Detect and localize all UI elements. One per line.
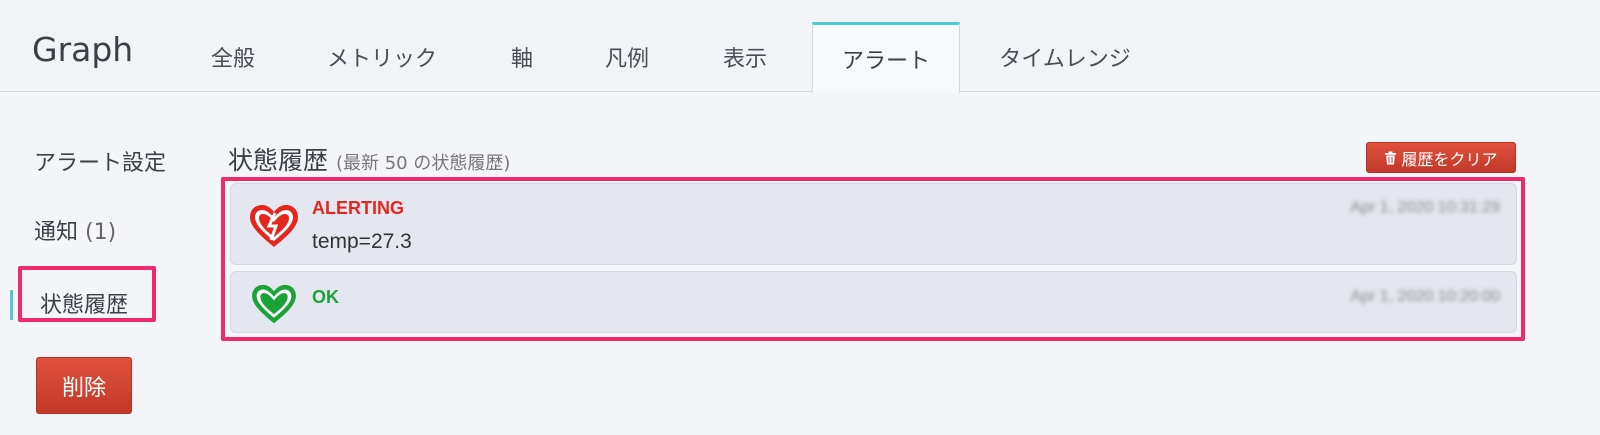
tab-alert[interactable]: アラート bbox=[812, 22, 960, 93]
tab-axes[interactable]: 軸 bbox=[492, 22, 552, 92]
sidebar-item-notifications[interactable]: 通知 (1) bbox=[34, 214, 116, 246]
trash-icon bbox=[1385, 151, 1397, 164]
section-title: 状態履歴 (最新 50 の状態履歴) bbox=[228, 141, 510, 177]
delete-button[interactable]: 削除 bbox=[36, 357, 132, 414]
notification-count: (1) bbox=[85, 220, 117, 245]
page-title: Graph bbox=[32, 30, 134, 69]
highlight-box-history bbox=[221, 177, 1525, 341]
tab-time-range[interactable]: タイムレンジ bbox=[990, 22, 1140, 92]
tab-metrics[interactable]: メトリック bbox=[308, 22, 456, 92]
panel-editor-header: Graph 全般 メトリック 軸 凡例 表示 アラート タイムレンジ bbox=[0, 0, 1600, 93]
tab-general[interactable]: 全般 bbox=[190, 22, 276, 92]
sidebar-item-alert-config[interactable]: アラート設定 bbox=[34, 145, 166, 177]
highlight-box-sidebar bbox=[18, 266, 156, 322]
clear-history-label: 履歴をクリア bbox=[1401, 149, 1498, 169]
sidebar-item-label: 通知 bbox=[34, 220, 79, 245]
clear-history-button[interactable]: 履歴をクリア bbox=[1366, 142, 1516, 173]
state-history-subtitle: (最新 50 の状態履歴) bbox=[335, 153, 511, 174]
tab-legend[interactable]: 凡例 bbox=[592, 22, 662, 92]
active-indicator bbox=[10, 290, 13, 320]
state-history-title: 状態履歴 bbox=[228, 146, 329, 175]
tab-display[interactable]: 表示 bbox=[710, 22, 780, 92]
